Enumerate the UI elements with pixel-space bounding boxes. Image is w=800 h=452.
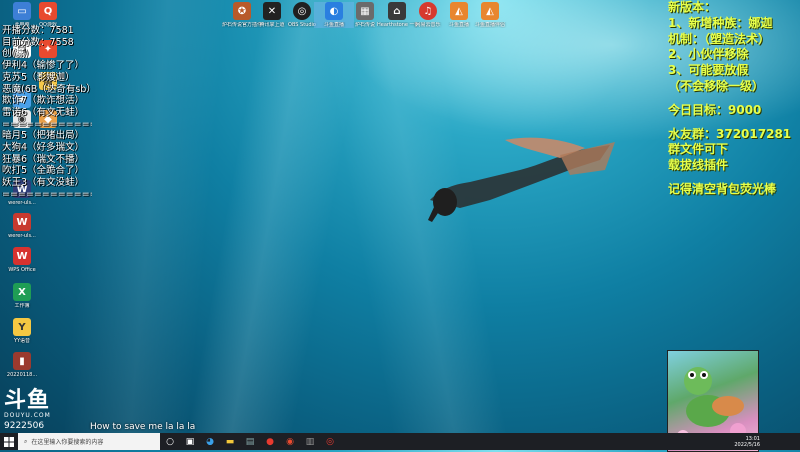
task-view-icon[interactable]: ○ — [160, 433, 180, 450]
overlay-line: 雷诺6（有文无蛙） — [2, 106, 85, 118]
douyu-logo: 斗鱼 — [4, 388, 51, 413]
overlay-separator: ================ — [2, 188, 92, 200]
desktop-icon-wps[interactable]: W WPS Office — [2, 247, 42, 273]
notice-line: 机制：（塑造法术） — [668, 31, 771, 46]
overlay-line: 创(赢) — [2, 48, 29, 60]
room-number: 9222506 — [4, 421, 45, 431]
douyu-icon[interactable]: ◎ — [320, 433, 340, 450]
now-playing-lyric: How to save me la la la — [90, 422, 196, 432]
yy-icon: Y — [13, 318, 31, 336]
edge-icon[interactable]: ◕ — [200, 433, 220, 450]
notice-line: 1、新增种族：娜迦 — [668, 15, 773, 30]
overlay-line: 恶魔(6B（达奇有sb） — [2, 83, 96, 95]
overlay-line: 暗月5（把猪出局） — [2, 130, 85, 142]
windows-icon — [4, 436, 14, 447]
overlay-line: 大狗4（好多瑞文） — [2, 142, 85, 154]
app-icon[interactable]: ▥ — [300, 433, 320, 450]
hearthstone-icon: ✪ — [233, 2, 251, 20]
search-icon: ⌕ — [24, 437, 28, 445]
notice-line: （不会移除一级） — [668, 78, 765, 93]
search-placeholder: 在这里输入你要搜索的内容 — [31, 439, 104, 446]
weibo-icon[interactable]: ◉ — [280, 433, 300, 450]
clock-date: 2022/5/16 — [734, 441, 760, 448]
taskview-grid-icon[interactable]: ▣ — [180, 433, 200, 450]
diver-image — [428, 137, 615, 222]
stream-stats-overlay: 开播分数：7581 目前分数：7558 创(赢) 伊利4（输惨了了） 克苏5（影… — [2, 25, 96, 201]
overlay-line: 开播分数：7581 — [2, 25, 74, 36]
app-icon: W — [13, 213, 31, 231]
qq-game-icon: Q — [39, 2, 57, 20]
overlay-line: 欺诈7（欺诈想活） — [2, 95, 85, 107]
netease-music-icon[interactable]: ● — [260, 433, 280, 450]
wps-icon: W — [13, 247, 31, 265]
notice-line: 记得清空背包荧光棒 — [668, 181, 777, 196]
douyu-site: DOUYU.COM — [4, 412, 51, 419]
hearthstone-icon: ▦ — [356, 2, 374, 20]
desktop-icon-yy[interactable]: Y YY语音 — [2, 318, 42, 344]
notice-line: 新版本： — [668, 0, 717, 14]
stream-notice-overlay: 新版本： 1、新增种族：娜迦 机制：（塑造法术） 2、小伙伴移除 3、可能要放假… — [668, 0, 800, 198]
daily-goal: 今日目标：9000 — [668, 102, 762, 117]
notice-line: 群文件可下 — [668, 142, 729, 157]
douyu-icon: ◭ — [481, 2, 499, 20]
desktop-icon-spreadsheet[interactable]: X 工作簿 — [2, 283, 42, 309]
notice-line: 载拔线插件 — [668, 158, 729, 173]
notice-line: 3、可能要放假 — [668, 63, 749, 78]
overlay-line: 妖王3（有文没蛙） — [2, 177, 85, 189]
overlay-line: 狂暴6（瑞文不播） — [2, 153, 85, 165]
desktop-icon-file[interactable]: ▮ 20220118... — [2, 352, 42, 378]
spreadsheet-icon: X — [13, 283, 31, 301]
overlay-line: 目前分数：7558 — [2, 36, 74, 48]
system-clock[interactable]: 13:01 2022/5/16 — [734, 433, 760, 450]
overlay-separator: ================ — [2, 118, 92, 130]
douyu-icon: ◐ — [325, 2, 343, 20]
start-button[interactable] — [0, 433, 18, 450]
netease-music-icon: ♫ — [419, 2, 437, 20]
file-icon: ▮ — [13, 352, 31, 370]
taskbar: ⌕ 在这里输入你要搜索的内容 ○ ▣ ◕ ▬ ▤ ● ◉ ▥ ◎ 13:01 2… — [0, 433, 800, 450]
desktop-icon-douyu-companion[interactable]: ◭ 斗鱼直播伴侣 — [470, 2, 510, 28]
douyu-watermark: 斗鱼 DOUYU.COM 9222506 — [4, 388, 51, 432]
notice-line: 2、小伙伴移除 — [668, 47, 749, 62]
app-icon: ✕ — [263, 2, 281, 20]
overlay-line: 伊利4（输惨了了） — [2, 60, 85, 72]
overlay-line: 克苏5（影嫂迦） — [2, 71, 75, 83]
obs-icon: ◎ — [293, 2, 311, 20]
file-explorer-icon[interactable]: ▬ — [220, 433, 240, 450]
taskbar-search[interactable]: ⌕ 在这里输入你要搜索的内容 — [18, 433, 160, 450]
app-icon: ⌂ — [388, 2, 406, 20]
fan-group: 水友群：372017281 — [668, 126, 792, 141]
overlay-line: 吹打5（全跪合了） — [2, 165, 85, 177]
douyu-icon: ◭ — [450, 2, 468, 20]
desktop-icon-werer[interactable]: W werer-uls... — [2, 213, 42, 239]
store-icon[interactable]: ▤ — [240, 433, 260, 450]
